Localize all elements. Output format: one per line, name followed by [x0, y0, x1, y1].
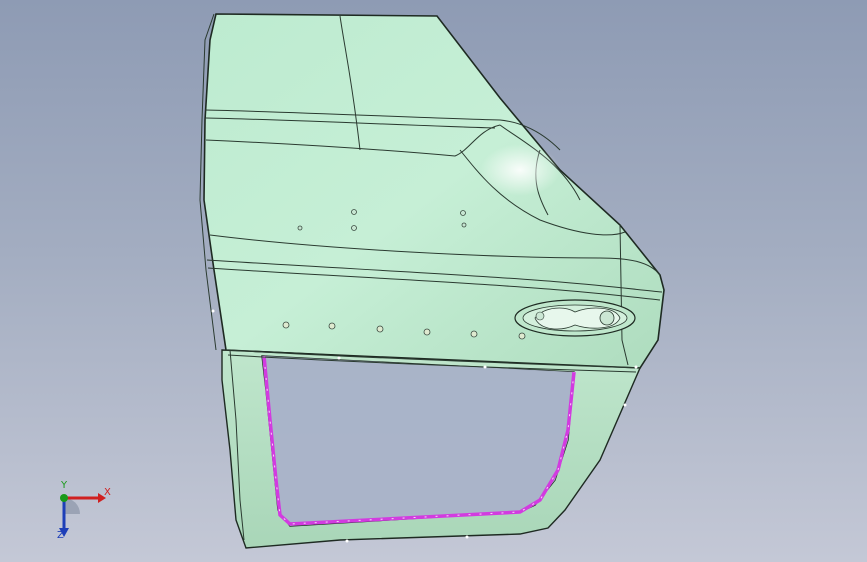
window-opening — [262, 356, 574, 526]
x-axis-label: X — [104, 487, 111, 498]
door-panel-model[interactable] — [0, 0, 867, 562]
crease-highlight — [480, 144, 560, 196]
z-axis-label: Z — [57, 530, 64, 541]
axis-triad: X Y Z — [44, 480, 124, 546]
triad-graphic — [59, 493, 106, 537]
door-handle — [514, 299, 636, 337]
y-axis-label: Y — [61, 480, 68, 491]
graphics-viewport[interactable]: X Y Z — [0, 0, 867, 562]
